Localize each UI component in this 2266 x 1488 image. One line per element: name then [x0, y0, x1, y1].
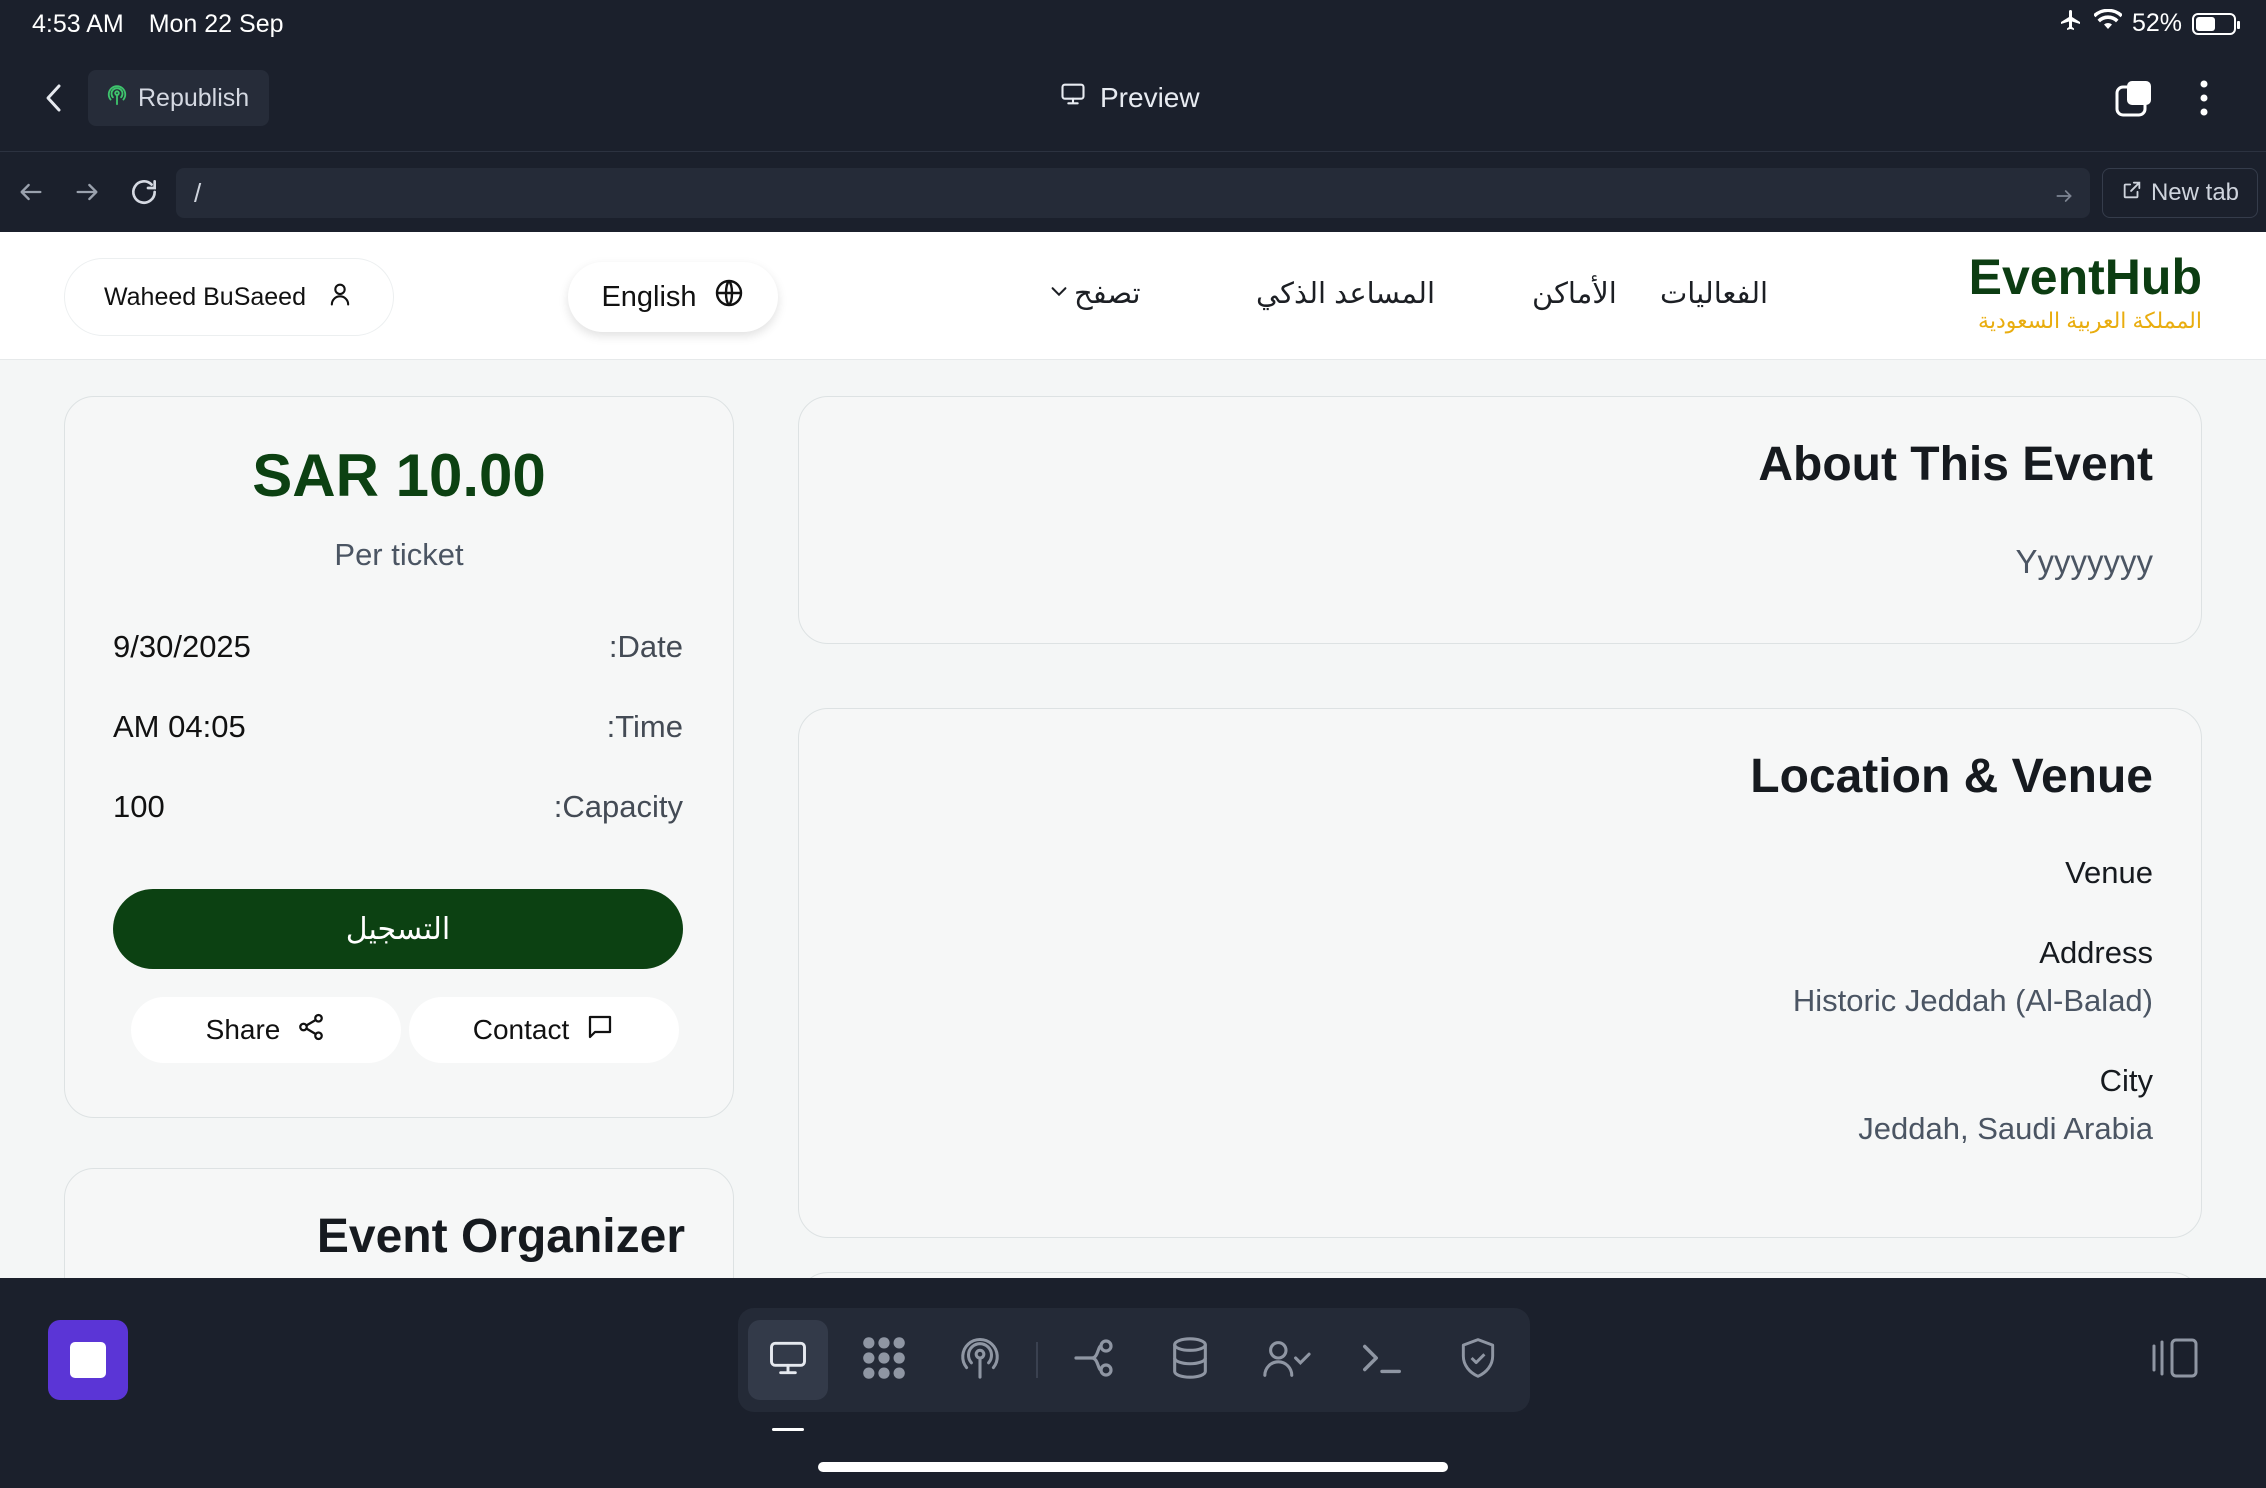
tool-security[interactable] — [1438, 1320, 1518, 1400]
shield-check-icon — [1456, 1334, 1500, 1387]
user-icon — [326, 279, 354, 316]
tool-publish[interactable] — [940, 1320, 1020, 1400]
share-label: Share — [205, 1014, 281, 1045]
brand-subtitle: المملكة العربية السعودية — [1978, 308, 2202, 333]
globe-icon — [713, 277, 745, 317]
status-time: 4:53 AM — [32, 10, 124, 38]
brand-name: EventHub — [1968, 249, 2202, 305]
user-check-icon — [1261, 1334, 1311, 1387]
tabs-icon[interactable] — [2114, 78, 2154, 123]
database-icon — [1167, 1334, 1213, 1387]
location-card: Location & Venue Venue Address Historic … — [798, 708, 2202, 1238]
chevron-down-icon — [1048, 277, 1070, 310]
url-value: / — [194, 178, 202, 208]
tool-apps[interactable] — [844, 1320, 924, 1400]
airplane-icon — [2058, 8, 2084, 39]
tool-users[interactable] — [1246, 1320, 1326, 1400]
date-value: 9/30/2025 — [113, 629, 251, 664]
date-label: :Date — [608, 629, 683, 664]
wifi-icon — [2092, 8, 2123, 38]
site-navbar: Waheed BuSaeed English تصفح المساعد الذك… — [0, 232, 2266, 360]
tool-git[interactable] — [1054, 1320, 1134, 1400]
terminal-icon — [1359, 1335, 1405, 1386]
capacity-value: 100 — [113, 789, 165, 824]
register-button[interactable]: التسجيل — [113, 889, 683, 969]
reload-icon[interactable] — [128, 176, 160, 213]
republish-button[interactable]: Republish — [88, 70, 270, 126]
organizer-card: Event Organizer — [64, 1168, 734, 1278]
go-arrow-icon[interactable] — [2054, 182, 2074, 213]
more-options-icon[interactable] — [2196, 78, 2212, 123]
git-branch-icon — [1070, 1334, 1118, 1387]
stop-icon — [70, 1342, 106, 1378]
capacity-label: :Capacity — [553, 789, 683, 824]
tool-preview[interactable] — [748, 1320, 828, 1400]
contact-label: Contact — [472, 1014, 570, 1045]
bottom-dock — [0, 1278, 2266, 1488]
ticket-price-unit: Per ticket — [334, 537, 464, 572]
active-indicator — [772, 1428, 804, 1431]
editor-toolbar: Republish Preview — [0, 48, 2266, 152]
dock-divider — [1036, 1342, 1038, 1378]
venue-label: Venue — [2065, 855, 2153, 890]
about-title: About This Event — [1758, 438, 2153, 491]
nav-ai-assistant[interactable]: المساعد الذكي — [1256, 276, 1435, 311]
grid-dots-icon — [858, 1332, 910, 1389]
status-bar: 4:53 AM Mon 22 Sep 52% — [0, 0, 2266, 48]
split-view-icon[interactable] — [2150, 1336, 2200, 1385]
monitor-icon — [764, 1336, 812, 1385]
republish-label: Republish — [138, 83, 250, 112]
tool-switcher — [738, 1308, 1530, 1412]
broadcast-icon — [106, 84, 128, 113]
contact-button[interactable]: Contact — [409, 997, 679, 1063]
location-title: Location & Venue — [1750, 750, 2153, 803]
nav-browse-label: تصفح — [1074, 278, 1141, 310]
url-input[interactable]: / — [176, 168, 2090, 218]
back-chevron-icon[interactable] — [40, 82, 68, 119]
nav-events[interactable]: الفعاليات — [1660, 276, 1768, 311]
user-name: Waheed BuSaeed — [103, 282, 306, 311]
nav-venues[interactable]: الأماكن — [1532, 276, 1617, 311]
nav-forward-icon[interactable] — [72, 178, 102, 211]
nav-back-icon[interactable] — [16, 178, 46, 211]
brand-logo[interactable]: EventHub المملكة العربية السعودية — [1969, 248, 2202, 334]
language-toggle[interactable]: English — [568, 262, 778, 332]
url-bar: / New tab — [0, 152, 2266, 232]
about-card: About This Event Yyyyyyyy — [798, 396, 2202, 644]
time-value: AM 04:05 — [113, 709, 246, 744]
monitor-icon — [1058, 80, 1088, 115]
about-body: Yyyyyyyy — [2015, 543, 2153, 580]
home-indicator — [818, 1462, 1448, 1472]
tool-database[interactable] — [1150, 1320, 1230, 1400]
ticket-card: SAR 10.00 Per ticket 9/30/2025 :Date AM … — [64, 396, 734, 1118]
city-value: Jeddah, Saudi Arabia — [1858, 1111, 2153, 1146]
user-menu-button[interactable]: Waheed BuSaeed — [64, 258, 394, 336]
stop-button[interactable] — [48, 1320, 128, 1400]
share-button[interactable]: Share — [131, 997, 401, 1063]
city-label: City — [2099, 1063, 2153, 1098]
external-link-icon — [2121, 179, 2143, 208]
organizer-title: Event Organizer — [316, 1210, 685, 1263]
battery-icon — [2192, 12, 2240, 35]
ticket-price: SAR 10.00 — [252, 442, 546, 509]
address-label: Address — [2039, 935, 2153, 970]
broadcast-icon — [957, 1334, 1003, 1387]
share-icon — [296, 1012, 326, 1049]
new-tab-button[interactable]: New tab — [2102, 168, 2258, 218]
preview-mode-toggle[interactable]: Preview — [1058, 80, 1200, 115]
new-tab-label: New tab — [2150, 179, 2240, 206]
language-label: English — [601, 280, 697, 313]
preview-page: Waheed BuSaeed English تصفح المساعد الذك… — [0, 232, 2266, 1278]
nav-browse-dropdown[interactable]: تصفح — [1048, 276, 1141, 311]
message-icon — [585, 1012, 615, 1049]
battery-percent: 52% — [2131, 9, 2182, 37]
preview-label: Preview — [1100, 81, 1200, 113]
tool-console[interactable] — [1342, 1320, 1422, 1400]
status-date: Mon 22 Sep — [148, 10, 284, 38]
address-value: Historic Jeddah (Al-Balad) — [1792, 983, 2153, 1018]
time-label: :Time — [606, 709, 683, 744]
